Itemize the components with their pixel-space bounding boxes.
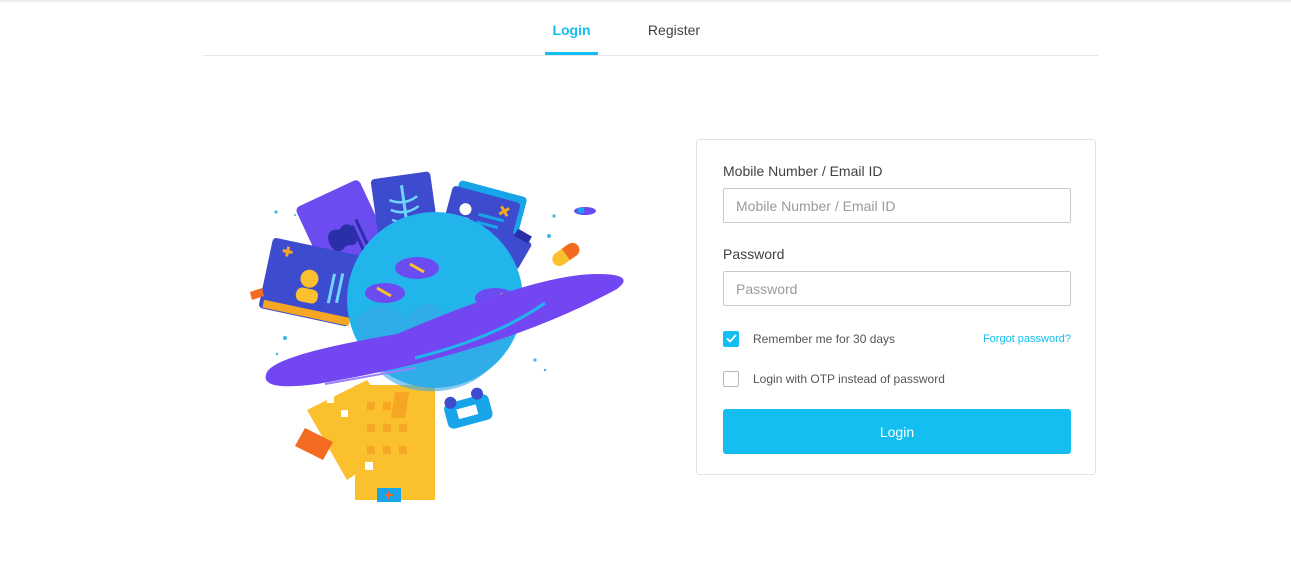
mobile-email-label: Mobile Number / Email ID xyxy=(723,163,883,179)
otp-login-label: Login with OTP instead of password xyxy=(753,371,945,386)
health-planet-illustration xyxy=(245,170,625,510)
tab-login[interactable]: Login xyxy=(545,22,598,55)
login-button[interactable]: Login xyxy=(723,409,1071,454)
forgot-password-link[interactable]: Forgot password? xyxy=(983,333,1071,345)
top-border xyxy=(0,0,1291,2)
remember-me-row: Remember me for 30 days xyxy=(723,330,895,347)
remember-me-checkbox[interactable] xyxy=(723,330,739,347)
otp-login-checkbox[interactable] xyxy=(723,370,739,387)
auth-tabs: Login Register xyxy=(203,14,1098,56)
checkmark-icon xyxy=(725,334,737,343)
password-input[interactable] xyxy=(723,271,1071,306)
tab-register[interactable]: Register xyxy=(639,22,709,55)
login-card: Mobile Number / Email ID Password Rememb… xyxy=(696,139,1096,475)
remember-me-label: Remember me for 30 days xyxy=(753,331,896,346)
otp-login-row: Login with OTP instead of password xyxy=(723,370,945,387)
mobile-email-input[interactable] xyxy=(723,188,1071,223)
password-label: Password xyxy=(723,246,785,262)
